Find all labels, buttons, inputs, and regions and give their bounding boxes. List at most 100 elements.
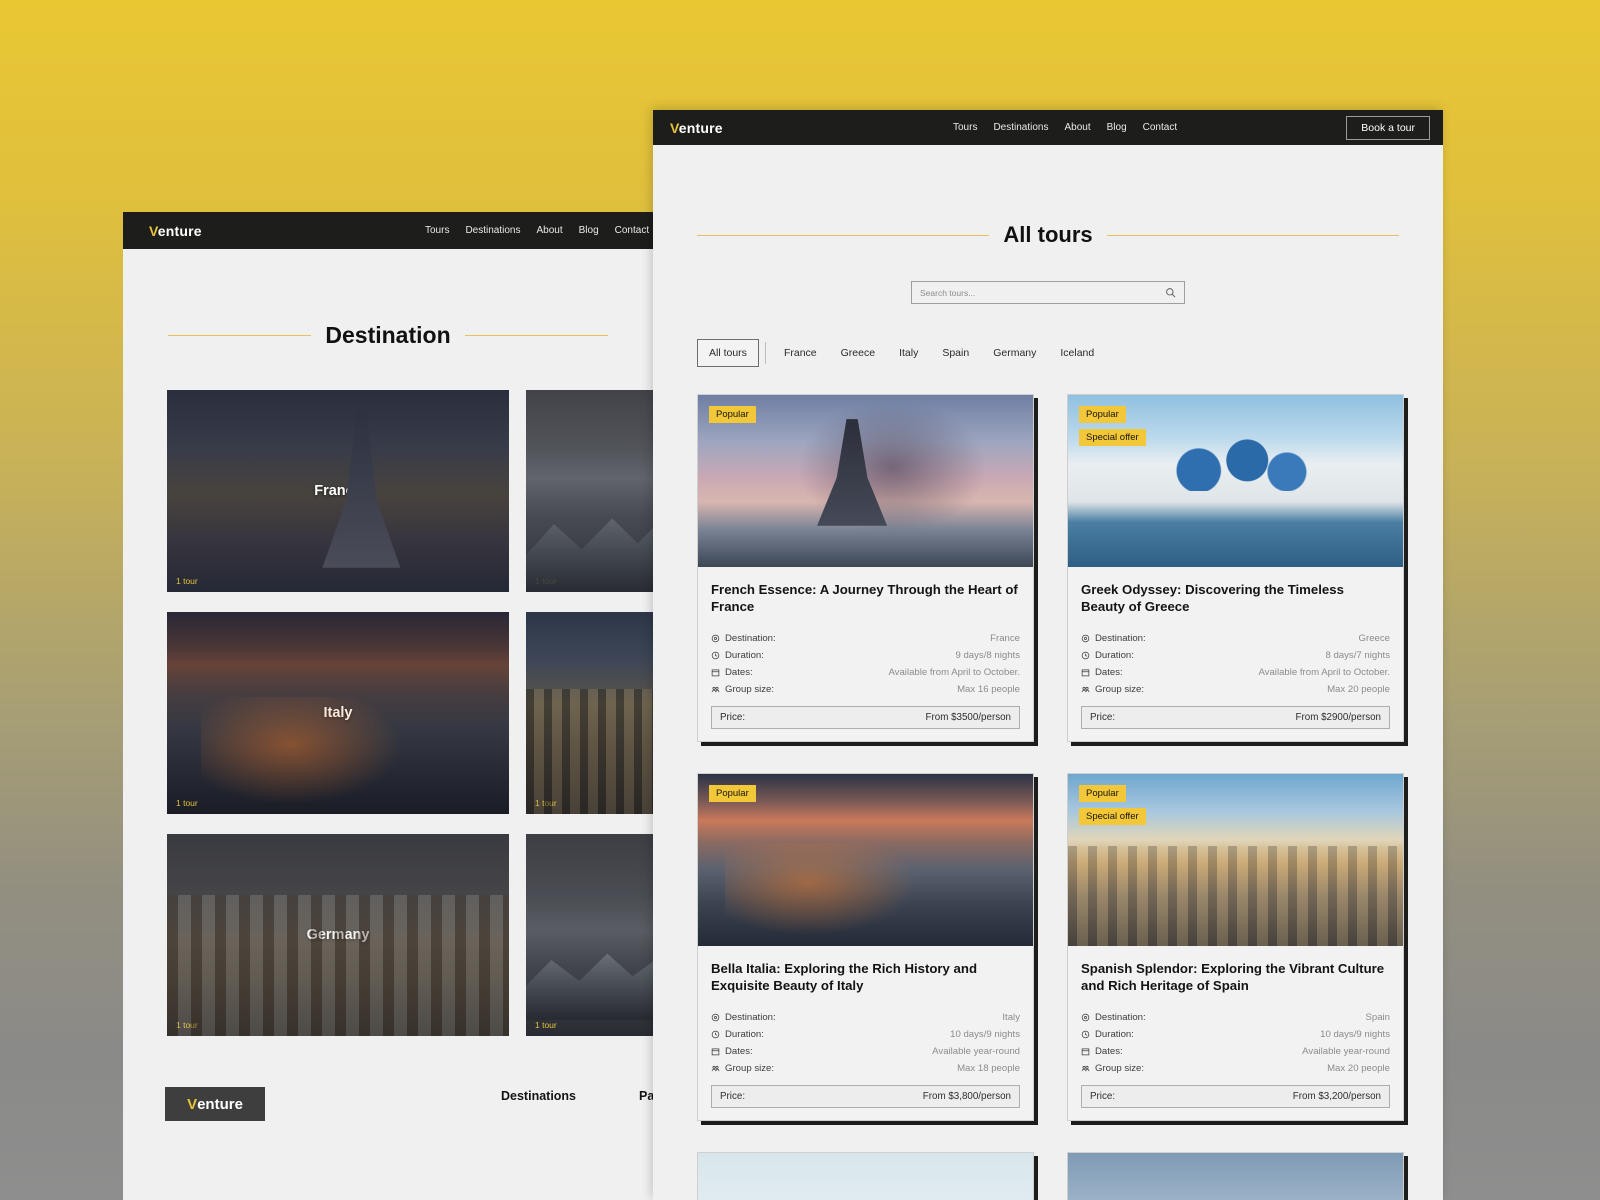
destination-tour-count: 1 tour	[176, 798, 198, 808]
spec-label-wrap: Duration:	[1081, 1029, 1134, 1040]
tile-overlay	[167, 834, 509, 1036]
brand-logo[interactable]: Venture	[670, 120, 723, 136]
price-label: Price:	[720, 1091, 745, 1102]
spec-label-wrap: Dates:	[711, 1046, 753, 1057]
badge-special-offer: Special offer	[1079, 808, 1146, 825]
spec-value-destination: Greece	[1359, 633, 1390, 644]
spec-value-dates: Available year-round	[1302, 1046, 1390, 1057]
spec-label-text: Group size:	[1095, 1063, 1144, 1074]
filter-tab-all-tours[interactable]: All tours	[697, 339, 759, 367]
filter-tab-greece[interactable]: Greece	[829, 339, 887, 367]
spec-value-duration: 10 days/9 nights	[1320, 1029, 1390, 1040]
brand-logo[interactable]: Venture	[149, 223, 202, 239]
destination-tile-label: France	[167, 483, 509, 499]
destination-tile-iceland-2[interactable]: 1 tour	[526, 834, 653, 1036]
destinations-footer: Venture Destinations Pa	[123, 1067, 653, 1147]
tour-card-photo	[1068, 1153, 1403, 1200]
tour-card-body: Spanish Splendor: Exploring the Vibrant …	[1068, 946, 1403, 1120]
spec-label-wrap: Group size:	[1081, 684, 1144, 695]
tour-price-row: Price: From $3500/person	[711, 706, 1020, 729]
tour-card[interactable]: Popular Bella Italia: Exploring the Rich…	[697, 773, 1034, 1121]
nav-item-about[interactable]: About	[536, 225, 562, 236]
destination-tile-spain[interactable]: 1 tour	[526, 612, 653, 814]
spec-label-text: Destination:	[725, 1012, 776, 1023]
destination-tour-count: 1 tour	[176, 1020, 198, 1030]
nav-item-blog[interactable]: Blog	[1107, 122, 1127, 133]
destination-tiles-grid: France 1 tour 1 tour Italy 1 tour 1 tour…	[167, 390, 653, 1036]
people-icon	[711, 685, 720, 694]
spec-label-wrap: Group size:	[711, 1063, 774, 1074]
tour-card[interactable]	[697, 1152, 1034, 1200]
search-box[interactable]	[911, 281, 1185, 304]
nav-item-about[interactable]: About	[1064, 122, 1090, 133]
spec-label-text: Dates:	[1095, 667, 1123, 678]
spec-label-wrap: Duration:	[711, 1029, 764, 1040]
tour-photo-iceland	[1068, 1153, 1403, 1200]
filter-tab-spain[interactable]: Spain	[930, 339, 981, 367]
destination-tour-count: 1 tour	[535, 798, 557, 808]
tour-filter-tabs: All tours France Greece Italy Spain Germ…	[697, 339, 1443, 367]
search-input[interactable]	[920, 288, 1165, 298]
price-value: From $2900/person	[1296, 712, 1382, 723]
spec-label-text: Dates:	[725, 1046, 753, 1057]
spec-duration: Duration: 10 days/9 nights	[1081, 1026, 1390, 1043]
tour-card-photo: Popular Special offer	[1068, 395, 1403, 567]
nav-item-contact[interactable]: Contact	[1143, 122, 1177, 133]
spec-label-wrap: Duration:	[711, 650, 764, 661]
destination-tile-germany[interactable]: Germany 1 tour	[167, 834, 509, 1036]
spec-label-wrap: Group size:	[711, 684, 774, 695]
nav-item-destinations[interactable]: Destinations	[465, 225, 520, 236]
tour-card[interactable]: Popular Special offer Greek Odyssey: Dis…	[1067, 394, 1404, 742]
tour-card[interactable]: Popular French Essence: A Journey Throug…	[697, 394, 1034, 742]
tour-card[interactable]: Popular Special offer Spanish Splendor: …	[1067, 773, 1404, 1121]
destination-tile-italy[interactable]: Italy 1 tour	[167, 612, 509, 814]
price-label: Price:	[1090, 1091, 1115, 1102]
footer-heading-pages: Pa	[639, 1089, 653, 1103]
filter-tab-germany[interactable]: Germany	[981, 339, 1048, 367]
brand-initial: V	[670, 120, 679, 136]
nav-item-contact[interactable]: Contact	[615, 225, 649, 236]
tour-card-badges: Popular Special offer	[1079, 785, 1146, 825]
tour-price-row: Price: From $3,800/person	[711, 1085, 1020, 1108]
spec-value-destination: France	[990, 633, 1020, 644]
price-value: From $3,800/person	[923, 1091, 1011, 1102]
spec-destination: Destination: France	[711, 630, 1020, 647]
badge-popular: Popular	[1079, 785, 1126, 802]
clock-icon	[1081, 1030, 1090, 1039]
spec-label-text: Duration:	[1095, 1029, 1134, 1040]
destination-tile-iceland[interactable]: 1 tour	[526, 390, 653, 592]
spec-label-wrap: Destination:	[1081, 1012, 1146, 1023]
page-title: All tours	[1003, 222, 1092, 248]
footer-logo[interactable]: Venture	[165, 1087, 265, 1121]
spec-label-text: Dates:	[725, 667, 753, 678]
nav-item-blog[interactable]: Blog	[579, 225, 599, 236]
spec-label-text: Dates:	[1095, 1046, 1123, 1057]
nav-item-tours[interactable]: Tours	[425, 225, 449, 236]
spec-value-group: Max 20 people	[1327, 1063, 1390, 1074]
calendar-icon	[1081, 668, 1090, 677]
destination-tile-france[interactable]: France 1 tour	[167, 390, 509, 592]
tour-card-badges: Popular	[709, 785, 756, 802]
spec-value-group: Max 16 people	[957, 684, 1020, 695]
book-a-tour-button[interactable]: Book a tour	[1346, 116, 1430, 140]
footer-brand-initial: V	[187, 1096, 197, 1113]
tile-overlay	[526, 834, 653, 1036]
spec-dates: Dates: Available from April to October.	[1081, 664, 1390, 681]
filter-tab-iceland[interactable]: Iceland	[1048, 339, 1106, 367]
filter-tab-italy[interactable]: Italy	[887, 339, 930, 367]
nav-item-destinations[interactable]: Destinations	[993, 122, 1048, 133]
clock-icon	[711, 651, 720, 660]
nav-item-tours[interactable]: Tours	[953, 122, 977, 133]
price-value: From $3500/person	[926, 712, 1012, 723]
location-pin-icon	[711, 1013, 720, 1022]
spec-value-group: Max 20 people	[1327, 684, 1390, 695]
all-tours-browser-window: Venture Tours Destinations About Blog Co…	[653, 110, 1443, 1200]
all-tours-section-title: All tours	[697, 222, 1399, 248]
search-icon[interactable]	[1165, 287, 1176, 298]
tour-card-badges: Popular	[709, 406, 756, 423]
filter-tab-france[interactable]: France	[772, 339, 829, 367]
brand-rest: enture	[679, 120, 723, 136]
tour-card[interactable]	[1067, 1152, 1404, 1200]
destination-tour-count: 1 tour	[535, 1020, 557, 1030]
tour-card-photo	[698, 1153, 1033, 1200]
